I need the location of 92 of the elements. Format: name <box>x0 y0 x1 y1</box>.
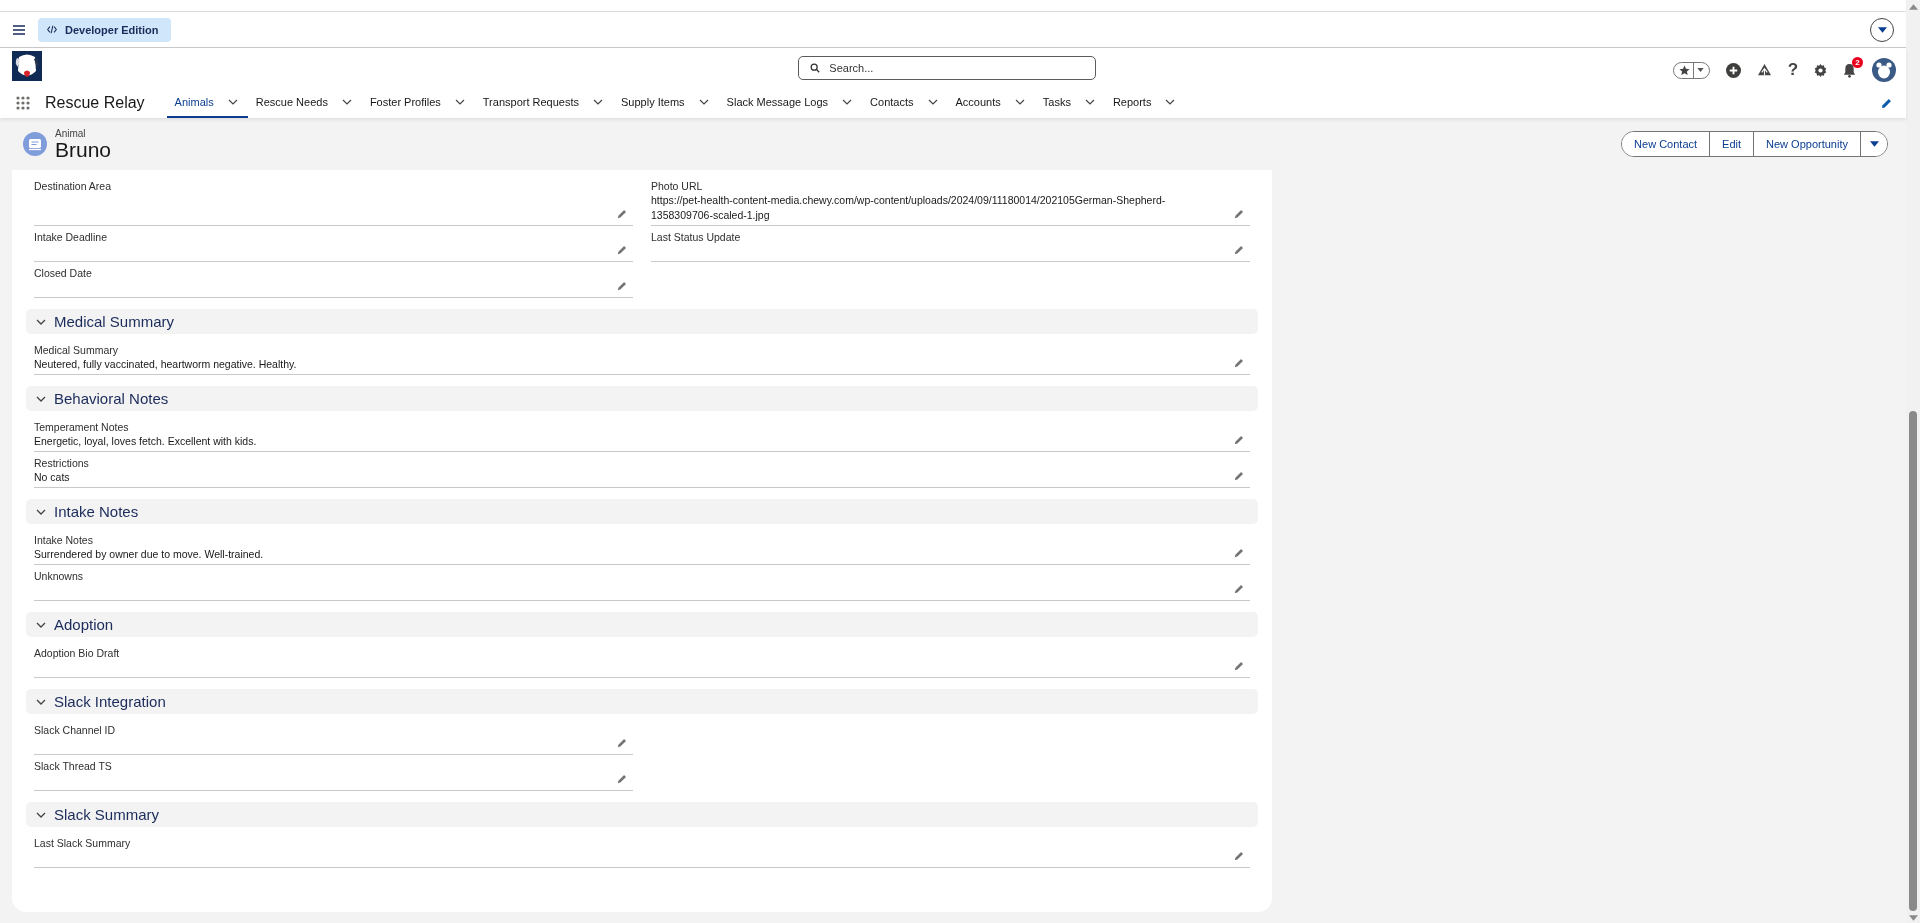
chevron-icon <box>36 395 46 402</box>
field-label: Last Status Update <box>651 230 741 244</box>
nav-tab[interactable]: Reports <box>1104 88 1186 118</box>
dropdown-button[interactable] <box>1870 17 1894 42</box>
chevron-down-icon[interactable] <box>341 99 352 105</box>
edit-icon[interactable] <box>1234 245 1244 255</box>
chevron-icon <box>36 811 46 818</box>
field-label: Slack Channel ID <box>34 723 116 737</box>
notifications-icon[interactable] <box>1843 62 1856 78</box>
edit-icon[interactable] <box>617 774 627 784</box>
record-icon <box>23 132 47 156</box>
avatar-icon[interactable] <box>1872 58 1896 82</box>
code-icon <box>47 25 57 34</box>
action-button[interactable]: New Contact <box>1622 132 1711 156</box>
field-label: Unknowns <box>34 569 84 583</box>
scroll-down-icon[interactable] <box>1908 915 1918 921</box>
notification-count: 2 <box>1852 56 1863 68</box>
nav-tab[interactable]: Tasks <box>1034 88 1105 118</box>
field-label: Medical Summary <box>34 343 119 357</box>
chevron-icon <box>36 698 46 705</box>
section-header[interactable]: Medical Summary <box>26 309 1258 334</box>
chevron-icon <box>36 508 46 515</box>
section-header[interactable]: Slack Integration <box>26 689 1258 714</box>
nav-tab[interactable]: Supply Items <box>613 88 719 118</box>
add-icon[interactable] <box>1725 62 1741 78</box>
caret-icon <box>1696 68 1704 72</box>
developer-edition-badge[interactable]: Developer Edition <box>38 17 171 42</box>
chevron-down-icon[interactable] <box>454 99 465 105</box>
section-header[interactable]: Intake Notes <box>26 499 1258 524</box>
mountain-icon[interactable] <box>1756 63 1772 77</box>
search-field[interactable]: Search... <box>798 56 1097 80</box>
nav-tab[interactable]: Foster Profiles <box>361 88 475 118</box>
field-value: Surrendered by owner due to move. Well-trained. <box>34 547 265 562</box>
edit-icon[interactable] <box>1234 358 1244 368</box>
field-label: Restrictions <box>34 456 89 470</box>
field-label: Temperament Notes <box>34 420 129 434</box>
section-header[interactable]: Adoption <box>26 612 1258 637</box>
nav-tab[interactable]: Contacts <box>862 88 948 118</box>
chevron-down-icon[interactable] <box>1084 99 1095 105</box>
search-icon <box>810 63 821 73</box>
edit-icon[interactable] <box>1234 661 1244 671</box>
chevron-down-icon[interactable] <box>593 99 603 105</box>
field-value: Energetic, loyal, loves fetch. Excellent with kids. <box>34 434 258 449</box>
field-label: Closed Date <box>34 266 92 280</box>
chevron-icon <box>36 318 46 325</box>
field-value: https://pet-health-content-media.chewy.com/wp-content/uploads/2024/09/11180014/202105German-Shepherd-1358309706-scaled-1.jpg <box>651 193 1167 223</box>
menu-icon[interactable] <box>13 24 25 35</box>
edit-icon[interactable] <box>1234 548 1244 558</box>
edit-icon[interactable] <box>617 209 627 219</box>
field-label: Photo URL <box>651 179 703 193</box>
field-value: No cats <box>34 470 71 485</box>
field-label: Intake Notes <box>34 533 93 547</box>
nav-tab[interactable]: Rescue Needs <box>247 88 362 118</box>
nav-tab[interactable]: Slack Message Logs <box>718 88 863 118</box>
chevron-down-icon[interactable] <box>842 99 853 105</box>
scroll-up-icon[interactable] <box>1908 4 1918 10</box>
edit-icon[interactable] <box>1234 209 1244 219</box>
chevron-down-icon[interactable] <box>927 99 938 105</box>
chevron-down-icon[interactable] <box>227 99 238 105</box>
nav-tab[interactable]: Animals <box>166 88 248 118</box>
help-icon[interactable]: ? <box>1787 60 1798 80</box>
caret-icon <box>1870 141 1879 147</box>
edit-icon[interactable] <box>617 738 627 748</box>
section-header[interactable]: Behavioral Notes <box>26 386 1258 411</box>
field-label: Destination Area <box>34 179 112 193</box>
record-name: Bruno <box>55 138 112 161</box>
field-label: Adoption Bio Draft <box>34 646 120 660</box>
nav-tab[interactable]: Transport Requests <box>474 88 613 118</box>
caret-icon <box>1877 26 1887 33</box>
edit-nav-icon[interactable] <box>1881 97 1892 109</box>
chevron-icon <box>36 621 46 628</box>
chevron-down-icon[interactable] <box>1014 99 1025 105</box>
field-value: Neutered, fully vaccinated, heartworm negative. Healthy. <box>34 357 298 372</box>
app-name: Rescue Relay <box>45 94 145 112</box>
edit-icon[interactable] <box>1234 471 1244 481</box>
field-label: Last Slack Summary <box>34 836 131 850</box>
edit-icon[interactable] <box>1234 584 1244 594</box>
chevron-down-icon[interactable] <box>1165 99 1176 105</box>
record-type: Animal <box>55 127 87 139</box>
app-launcher-icon[interactable] <box>16 96 30 110</box>
edit-icon[interactable] <box>617 245 627 255</box>
field-label: Intake Deadline <box>34 230 107 244</box>
edit-icon[interactable] <box>1234 851 1244 861</box>
chevron-down-icon[interactable] <box>698 99 709 105</box>
field-label: Slack Thread TS <box>34 759 112 773</box>
dog-logo[interactable] <box>12 51 42 81</box>
edit-icon[interactable] <box>1234 435 1244 445</box>
nav-tab[interactable]: Accounts <box>947 88 1035 118</box>
section-header[interactable]: Slack Summary <box>26 802 1258 827</box>
edit-icon[interactable] <box>617 281 627 291</box>
settings-icon[interactable] <box>1814 63 1827 77</box>
star-icon <box>1678 64 1690 76</box>
